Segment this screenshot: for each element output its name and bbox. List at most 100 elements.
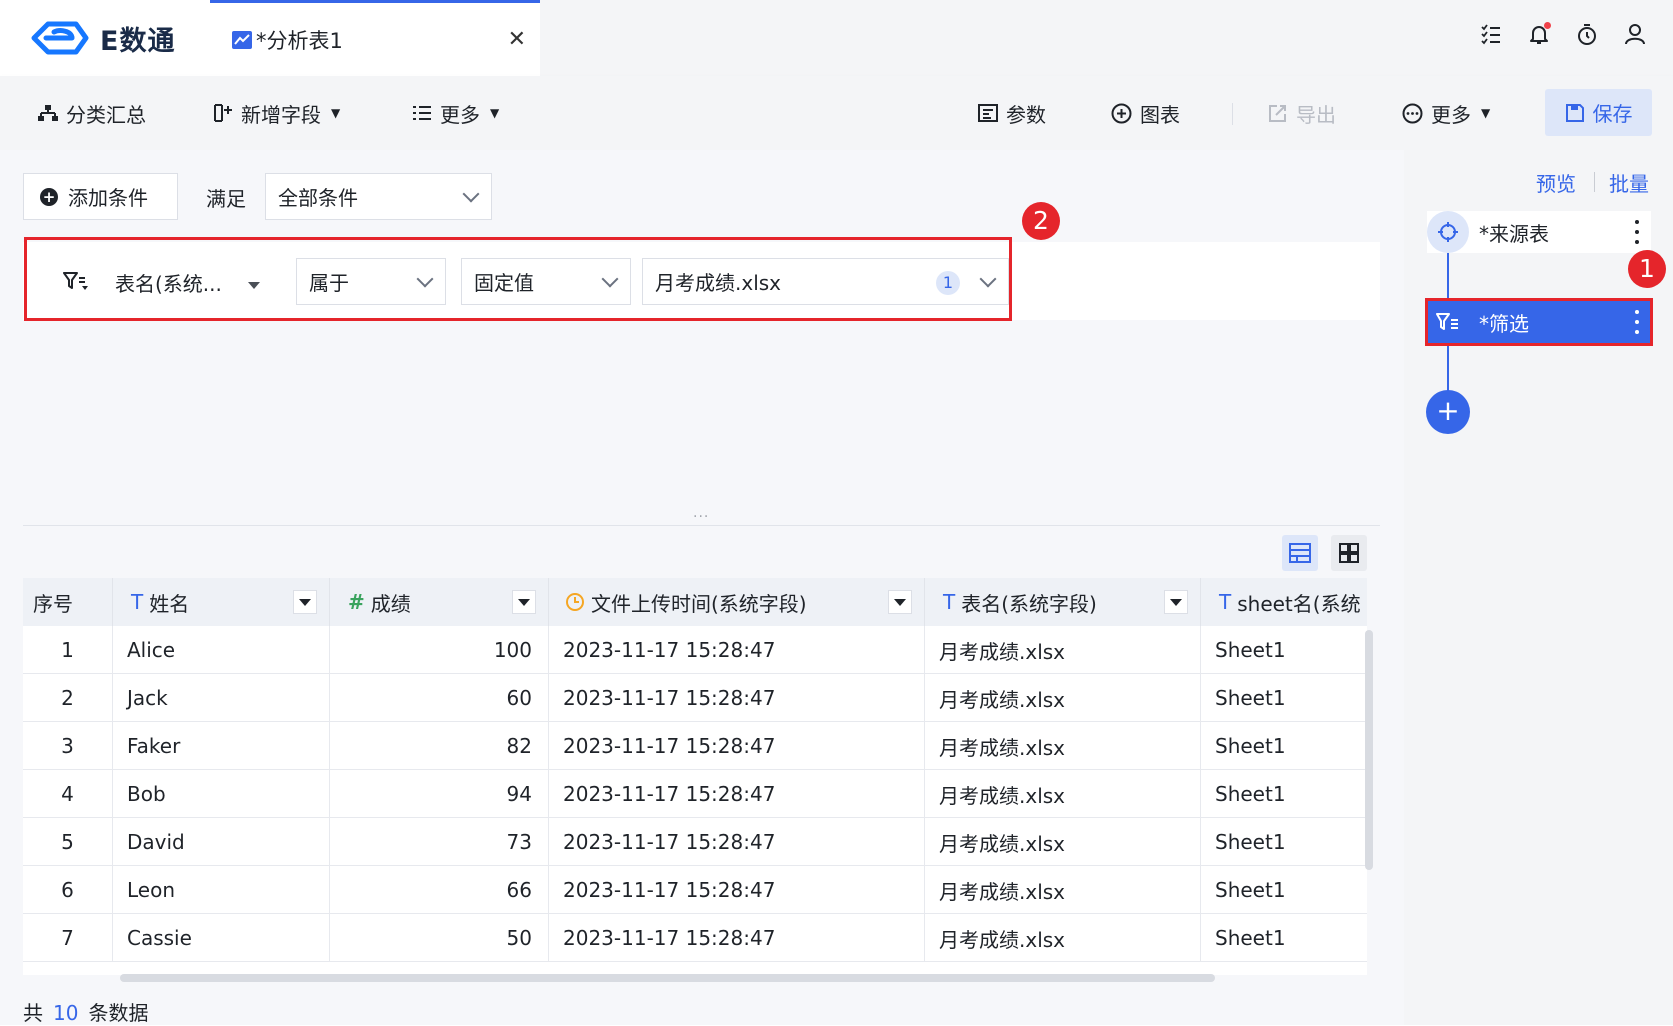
target-icon: [1427, 211, 1469, 253]
cell-name: Alice: [113, 626, 330, 674]
batch-link[interactable]: 批量: [1609, 168, 1649, 197]
column-menu-button[interactable]: [293, 590, 317, 614]
params-icon: [978, 104, 998, 122]
cell-index: 4: [23, 770, 113, 818]
cell-index: 2: [23, 674, 113, 722]
horizontal-scrollbar[interactable]: [120, 974, 1215, 982]
toolbar: 分类汇总 新增字段 ▼ 更多 ▼ 参数 图表 导出 更多 ▼ 保存: [0, 76, 1673, 150]
hierarchy-icon: [38, 105, 58, 121]
condition-logic-select[interactable]: 全部条件: [265, 173, 492, 220]
pipeline-connector: [1447, 343, 1449, 391]
caret-down-icon: [299, 598, 311, 606]
annotation-badge-1: 1: [1628, 250, 1666, 288]
cell-upload-time: 2023-11-17 15:28:47: [549, 722, 925, 770]
plus-circle-icon: [1111, 103, 1132, 123]
app-logo[interactable]: E数通: [0, 0, 210, 76]
cell-name: Jack: [113, 674, 330, 722]
cell-index: 1: [23, 626, 113, 674]
panel-splitter[interactable]: [23, 525, 1380, 526]
cell-table-name: 月考成绩.xlsx: [925, 722, 1201, 770]
plus-circle-icon: +: [40, 187, 58, 206]
save-icon: [1565, 103, 1584, 122]
save-button[interactable]: 保存: [1545, 89, 1652, 136]
column-header-table-name[interactable]: T 表名(系统字段): [925, 578, 1201, 626]
add-condition-button[interactable]: + 添加条件: [23, 173, 178, 220]
caret-down-icon: ▼: [490, 106, 500, 120]
column-menu-button[interactable]: [1164, 590, 1188, 614]
column-header-upload-time[interactable]: 文件上传时间(系统字段): [549, 578, 925, 626]
table-row[interactable]: 2 Jack 60 2023-11-17 15:28:47 月考成绩.xlsx …: [23, 674, 1367, 722]
cell-name: Bob: [113, 770, 330, 818]
column-header-name[interactable]: T 姓名: [113, 578, 330, 626]
column-menu-button[interactable]: [512, 590, 536, 614]
cell-upload-time: 2023-11-17 15:28:47: [549, 674, 925, 722]
highlight-box-filter-node: [1425, 298, 1653, 346]
table-row[interactable]: 5 David 73 2023-11-17 15:28:47 月考成绩.xlsx…: [23, 818, 1367, 866]
cell-name: David: [113, 818, 330, 866]
params-label: 参数: [1006, 102, 1046, 127]
vertical-scrollbar[interactable]: [1365, 630, 1373, 870]
chevron-down-icon: [462, 185, 480, 202]
add-field-button[interactable]: 新增字段 ▼: [213, 76, 340, 150]
table-row[interactable]: 4 Bob 94 2023-11-17 15:28:47 月考成绩.xlsx S…: [23, 770, 1367, 818]
cell-score: 66: [330, 866, 549, 914]
grid-view-icon: [1339, 543, 1359, 563]
caret-down-icon: [894, 598, 906, 606]
chart-label: 图表: [1140, 102, 1180, 127]
splitter-handle[interactable]: ...: [693, 505, 709, 521]
caret-down-icon: ▼: [331, 106, 341, 120]
table-row[interactable]: 1 Alice 100 2023-11-17 15:28:47 月考成绩.xls…: [23, 626, 1367, 674]
notification-dot: [1544, 22, 1551, 29]
pipeline-node-source[interactable]: *来源表: [1427, 211, 1651, 253]
more-menu-left[interactable]: 更多 ▼: [412, 76, 499, 150]
caret-down-icon: [1170, 598, 1182, 606]
caret-down-icon: [518, 598, 530, 606]
export-button[interactable]: 导出: [1268, 76, 1336, 150]
number-type-icon: #: [348, 590, 365, 614]
cell-sheet-name: Sheet1: [1215, 734, 1286, 758]
cell-score: 100: [330, 626, 549, 674]
task-list-icon[interactable]: [1479, 22, 1503, 46]
more-vertical-icon[interactable]: [1635, 220, 1639, 244]
table-row[interactable]: 7 Cassie 50 2023-11-17 15:28:47 月考成绩.xls…: [23, 914, 1367, 962]
timer-icon[interactable]: [1575, 22, 1599, 46]
params-button[interactable]: 参数: [978, 76, 1046, 150]
cell-index: 6: [23, 866, 113, 914]
row-count-footer: 共 10 条数据: [23, 997, 148, 1026]
close-icon[interactable]: ✕: [508, 27, 526, 52]
column-header-score[interactable]: # 成绩: [330, 578, 549, 626]
grid-view-button[interactable]: [1331, 535, 1367, 571]
notification-bell-icon[interactable]: [1527, 22, 1551, 46]
table-row[interactable]: 6 Leon 66 2023-11-17 15:28:47 月考成绩.xlsx …: [23, 866, 1367, 914]
cell-sheet-name: Sheet1: [1215, 782, 1286, 806]
logo-icon: [31, 21, 89, 55]
export-icon: [1269, 105, 1286, 122]
column-menu-button[interactable]: [888, 590, 912, 614]
more-menu-right[interactable]: 更多 ▼: [1402, 76, 1490, 150]
footer-suffix: 条数据: [88, 1001, 149, 1025]
user-icon[interactable]: [1623, 22, 1647, 46]
list-icon: [413, 106, 431, 120]
annotation-badge-2: 2: [1022, 202, 1060, 240]
clock-icon: [566, 593, 584, 611]
column-label: 文件上传时间(系统字段): [591, 591, 807, 616]
more-circle-icon: [1402, 103, 1423, 123]
tab-analysis-sheet[interactable]: *分析表1 ✕: [210, 0, 540, 76]
cell-sheet-name: Sheet1: [1215, 878, 1286, 902]
group-summary-button[interactable]: 分类汇总: [38, 76, 146, 150]
cell-score: 94: [330, 770, 549, 818]
chart-line-icon: [232, 30, 252, 49]
table-view-button[interactable]: [1282, 535, 1318, 571]
preview-link[interactable]: 预览: [1536, 168, 1576, 197]
column-header-index[interactable]: 序号: [23, 578, 113, 626]
cell-score: 60: [330, 674, 549, 722]
top-bar: E数通 *分析表1 ✕: [0, 0, 1673, 76]
table-row[interactable]: 3 Faker 82 2023-11-17 15:28:47 月考成绩.xlsx…: [23, 722, 1367, 770]
logo-text: E数通: [100, 25, 176, 57]
column-header-sheet-name[interactable]: T sheet名(系统: [1201, 578, 1367, 626]
column-label: sheet名(系统: [1237, 591, 1361, 616]
cell-score: 73: [330, 818, 549, 866]
more-left-label: 更多: [440, 102, 480, 127]
chart-button[interactable]: 图表: [1111, 76, 1180, 150]
add-node-button[interactable]: +: [1426, 390, 1470, 434]
